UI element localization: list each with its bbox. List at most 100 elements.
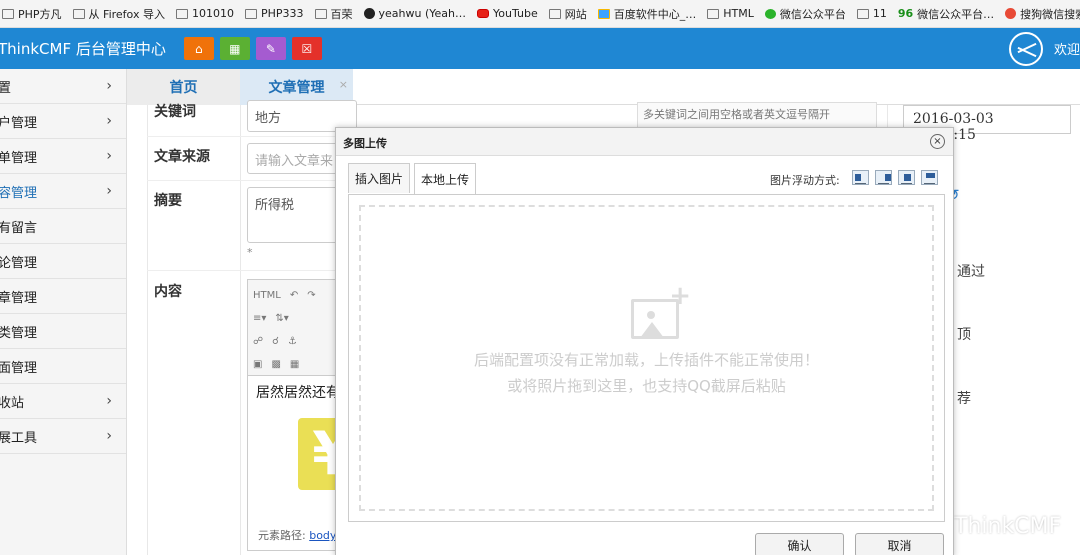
drop-zone[interactable]: + 后端配置项没有正常加载，上传插件不能正常使用！ 或将照片拖到这里，也支持QQ… [359,205,934,511]
bookmark-label: 从 Firefox 导入 [88,7,165,21]
cancel-button[interactable]: 取消 [855,533,944,555]
bookmark-label: YouTube [492,7,538,20]
bookmark-wangzhan[interactable]: 网站 [548,6,587,22]
bookmark-label: 百荣 [330,7,353,21]
redo-icon[interactable]: ↷ [307,290,315,301]
sidebar-item-settings[interactable]: 置› [0,69,126,104]
close-icon[interactable]: × [339,78,348,91]
wechat-icon [764,8,776,19]
grid-button[interactable]: ▦ [219,37,250,60]
sidebar-item-menus[interactable]: 单管理 › [0,139,126,174]
bookmark-101010[interactable]: 101010 [175,7,234,20]
sidebar-item-categories[interactable]: 类管理 [0,314,126,349]
undo-icon[interactable]: ↶ [290,290,298,301]
share-icon[interactable] [1009,31,1043,66]
paragraph-format-icon[interactable]: ≡▾ [253,313,266,324]
chevron-right-icon: › [106,78,112,94]
bookmark-11[interactable]: 11 [856,7,887,20]
bookmark-label: 搜狗微信搜索_ [1020,7,1080,21]
bookmark-firefox-import[interactable]: 从 Firefox 导入 [72,6,165,22]
header-right: 欢迎 [1009,28,1080,69]
pencil-icon: ✎ [265,41,276,56]
sidebar-item-label: 有留言 [0,220,38,236]
anchor-icon[interactable]: ⚓ [288,336,297,347]
add-image-icon-mountain [640,322,664,338]
sidebar-item-label: 容管理 [0,185,38,201]
sidebar-item-articles[interactable]: 章管理 [0,279,126,314]
float-mode-options [852,170,938,185]
upload-error-message: 后端配置项没有正常加载，上传插件不能正常使用！ [473,351,819,369]
top-header: ThinkCMF 后台管理中心 ⌂ ▦ ✎ ☒ 欢迎 [0,28,1080,69]
sidebar-item-label: 收站 [0,395,25,411]
float-center-icon[interactable] [921,170,938,185]
sidebar-item-comments[interactable]: 论管理 [0,244,126,279]
tab-local-upload[interactable]: 本地上传 [414,163,477,194]
chevron-right-icon: › [106,393,112,409]
sidebar-item-extensions[interactable]: 展工具 › [0,419,126,454]
element-path-label: 元素路径: [258,529,306,542]
divider [240,105,241,555]
close-icon[interactable]: × [930,134,945,149]
sidebar-item-pages[interactable]: 面管理 [0,349,126,384]
status-recommend[interactable]: 荐 [957,388,971,408]
dialog-tabs: 插入图片 本地上传 [348,163,480,194]
folder-icon [72,8,85,19]
edit-button[interactable]: ✎ [255,37,286,60]
tab-insert-image[interactable]: 插入图片 [348,163,411,193]
grid-icon: ▦ [229,41,241,56]
bookmark-label: PHP333 [260,7,304,20]
content-label: 内容 [154,284,182,300]
folder-icon [707,8,720,19]
site-96-icon: 96 [897,7,914,20]
bookmark-yeahwu[interactable]: yeahwu (Yeah… [363,7,466,20]
sidebar-item-content[interactable]: 容管理 › [0,174,126,209]
bookmark-wechat-mp-2[interactable]: 96 微信公众平台… [898,6,994,22]
bookmark-html[interactable]: HTML [707,7,754,20]
link-icon[interactable]: ☍ [253,336,263,347]
bookmark-php333[interactable]: PHP333 [244,7,304,20]
sidebar-item-recycle[interactable]: 收站 › [0,384,126,419]
html-source-button[interactable]: HTML [253,290,281,301]
folder-icon [548,8,561,19]
image-icon[interactable]: ▣ [253,359,262,370]
chevron-right-icon: › [106,428,112,444]
table-icon[interactable]: ▦ [290,359,299,370]
bookmark-label: PHP方凡 [18,7,62,21]
bookmark-sogou-wechat[interactable]: 搜狗微信搜索_ [1005,6,1080,22]
chevron-right-icon: › [106,183,112,199]
unlink-icon[interactable]: ☌ [272,336,279,347]
delete-button[interactable]: ☒ [291,37,322,60]
line-height-icon[interactable]: ⇅▾ [275,313,288,324]
sidebar-item-messages[interactable]: 有留言 [0,209,126,244]
keywords-hint: 多关键词之间用空格或者英文逗号隔开 [637,102,877,128]
bookmark-label: 微信公众平台… [917,7,995,21]
float-right-icon[interactable] [875,170,892,185]
required-star: * [247,246,253,259]
sidebar-item-label: 论管理 [0,255,38,271]
confirm-button[interactable]: 确认 [755,533,844,555]
home-button[interactable]: ⌂ [183,37,214,60]
float-none-icon[interactable] [898,170,915,185]
sidebar-item-label: 户管理 [0,115,38,131]
bookmark-youtube[interactable]: YouTube [476,7,538,20]
status-approved[interactable]: 通过 [957,261,985,281]
bookmark-php-fangfan[interactable]: PHP方凡 [2,6,62,22]
sidebar-item-label: 类管理 [0,325,38,341]
upload-drop-area[interactable]: + 后端配置项没有正常加载，上传插件不能正常使用！ 或将照片拖到这里，也支持QQ… [348,194,945,522]
bookmark-bairong[interactable]: 百荣 [314,6,353,22]
bookmark-wechat-mp[interactable]: 微信公众平台 [764,6,846,22]
divider [147,105,148,555]
status-top[interactable]: 顶 [957,324,971,344]
footer-brand: ThinkCMF [954,514,1062,539]
sidebar-item-label: 展工具 [0,430,38,446]
element-path-body-link[interactable]: body [309,529,336,542]
multi-image-icon[interactable]: ▩ [271,359,280,370]
bookmark-baidu-soft[interactable]: 百度软件中心_… [597,6,697,22]
upload-drag-hint: 或将照片拖到这里，也支持QQ截屏后粘贴 [507,377,786,395]
sidebar: 置› 户管理› 单管理› 容管理› 有留言 论管理 章管理 类管理 面管理 收站… [0,69,127,555]
sidebar-item-users[interactable]: 户管理 › [0,104,126,139]
bookmark-label: 百度软件中心_… [613,7,697,21]
float-left-icon[interactable] [852,170,869,185]
dialog-header: 多图上传 × [336,128,953,156]
tab-home[interactable]: 首页 [127,69,240,105]
